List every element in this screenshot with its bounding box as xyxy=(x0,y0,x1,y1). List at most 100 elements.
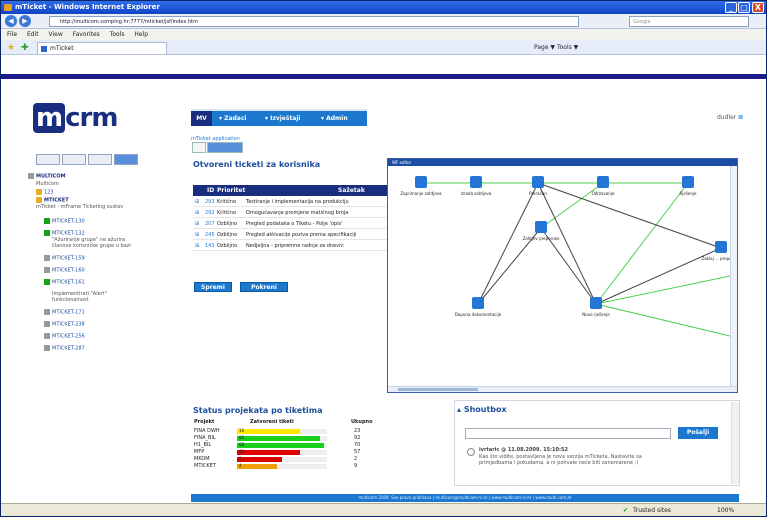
view-tab-3[interactable] xyxy=(88,154,112,165)
menu-view[interactable]: View xyxy=(49,31,63,38)
col-summary[interactable]: Sažetak xyxy=(338,185,365,196)
user-link[interactable]: dudler ⊠ xyxy=(717,114,743,121)
tree-node[interactable]: MTICKET-161 xyxy=(44,279,85,286)
tree-node[interactable]: MTICKET-256 xyxy=(44,333,85,340)
menu-edit[interactable]: Edit xyxy=(27,31,39,38)
nav-admin[interactable]: ▾ Admin xyxy=(321,111,348,126)
view-tab-2[interactable] xyxy=(62,154,86,165)
workflow-node[interactable]: Izrada zahtjeva xyxy=(461,176,492,196)
ticket-id[interactable]: 293 xyxy=(205,197,215,206)
proj-col-total: Ukupno xyxy=(351,419,373,425)
ticket-priority: Ozbiljno xyxy=(217,221,238,227)
tree-node[interactable]: MTICKET-238 xyxy=(44,321,85,328)
maximize-button[interactable]: □ xyxy=(738,2,750,13)
send-button[interactable]: Pošalji xyxy=(678,427,718,439)
menu-tools[interactable]: Tools xyxy=(110,31,125,38)
url-input[interactable]: http://multicom.comping.hr:7777/mticket/… xyxy=(49,16,579,27)
expand-icon[interactable]: ⊞ xyxy=(195,219,199,228)
ticket-id[interactable]: 207 xyxy=(205,219,215,228)
run-button[interactable]: Pokreni xyxy=(240,282,288,292)
table-row[interactable]: ⊞ 245 Ozbiljno Pregled aktivacije poziva pr… xyxy=(193,230,389,240)
workflow-node[interactable]: Dopuna dokumentacije xyxy=(455,297,502,317)
nav-izvjestaji-label: Izvještaji xyxy=(270,115,301,122)
tree-node[interactable]: MTICKET-160 xyxy=(44,267,85,274)
expand-icon[interactable]: ⊞ xyxy=(195,230,199,239)
save-button[interactable]: Spremi xyxy=(194,282,232,292)
workflow-node[interactable]: Zaklaj ... preporuka xyxy=(702,241,730,261)
col-priority[interactable]: Prioritet xyxy=(217,185,245,196)
content-tab-2[interactable] xyxy=(207,142,243,153)
nav-mv[interactable]: MV xyxy=(191,111,212,126)
ticket-priority: Ozbiljno xyxy=(217,232,238,238)
menu-help[interactable]: Help xyxy=(134,31,148,38)
ie-toolbar[interactable]: Page ▼ Tools ▼ xyxy=(534,42,578,53)
back-button[interactable]: ◀ xyxy=(5,15,17,27)
tree-node[interactable]: MTICKET-132 xyxy=(44,230,85,237)
total-count: 2 xyxy=(354,456,358,462)
zoom-level[interactable]: 100% xyxy=(717,504,734,516)
workflow-node[interactable]: Proračun xyxy=(529,176,547,196)
table-row[interactable]: ⊞ 293 Kritično Testiranje i implementacija … xyxy=(193,197,389,207)
tree-node[interactable]: mTicket - mFrame Ticketing sustav xyxy=(36,204,123,210)
shout-input[interactable] xyxy=(465,428,671,439)
favorites-star-icon[interactable]: ★ xyxy=(7,43,15,53)
expand-icon[interactable]: ⊞ xyxy=(195,208,199,217)
minimize-button[interactable]: _ xyxy=(725,2,737,13)
shout-message-2: primjedbama i pokudama, a ni pohvale neć… xyxy=(479,460,639,466)
ticket-id[interactable]: 245 xyxy=(205,230,215,239)
browser-tab[interactable]: mTicket xyxy=(37,42,167,54)
workflow-node-label: Proračun xyxy=(529,191,547,196)
tree-node[interactable]: 123 xyxy=(36,189,54,196)
tree-node[interactable]: MTICKET-130 xyxy=(44,218,85,225)
workflow-edge xyxy=(595,275,730,305)
table-row[interactable]: ⊞ 292 Kritično Omogućavanje promjene matičn… xyxy=(193,208,389,218)
table-row[interactable]: ⊞ 143 Ozbiljno Nedjeljna - pripremne radnje… xyxy=(193,241,389,251)
tree-node-label: funkcionalnost xyxy=(52,297,89,303)
nav-zadaci-label: Zadaci xyxy=(224,115,247,122)
ie-icon xyxy=(4,4,12,11)
workflow-hscroll[interactable] xyxy=(388,386,737,392)
main-nav: MV ▾ Zadaci ▾ Izvještaji ▾ Admin xyxy=(191,109,367,126)
tree-node[interactable]: članove korisničke grupe u bazi xyxy=(52,243,131,249)
tree-node[interactable]: funkcionalnost xyxy=(52,297,89,303)
col-id[interactable]: ID xyxy=(207,185,214,196)
tree-node[interactable]: MTICKET xyxy=(36,197,69,204)
ticket-id[interactable]: 292 xyxy=(205,208,215,217)
expand-icon[interactable]: ⊞ xyxy=(195,241,199,250)
tree-node[interactable]: MULTICOM xyxy=(28,173,66,180)
content-tab-1[interactable] xyxy=(192,142,206,153)
shoutbox-scrollbar[interactable] xyxy=(731,402,739,484)
project-name: MKOM xyxy=(194,456,210,462)
tree-node[interactable]: Multicom xyxy=(36,181,59,187)
tree-node[interactable]: MTICKET-287 xyxy=(44,345,85,352)
close-button[interactable]: X xyxy=(752,2,764,13)
menu-file[interactable]: File xyxy=(7,31,17,38)
workflow-hscroll-thumb[interactable] xyxy=(398,388,478,391)
tree-node-label: mTicket - mFrame Ticketing sustav xyxy=(36,204,124,210)
shout-author: ivrtaric @ 11.08.2009. 15:10:52 xyxy=(479,447,568,453)
tree-node-label: MTICKET xyxy=(44,197,69,204)
workflow-node[interactable]: Rješenje xyxy=(679,176,697,196)
workflow-node[interactable]: Održavanje xyxy=(592,176,615,196)
view-tab-4[interactable] xyxy=(114,154,138,165)
ticket-summary: Pregled podataka o Tiketu - Polje 'opis' xyxy=(246,221,343,227)
ticket-id[interactable]: 143 xyxy=(205,241,215,250)
nav-zadaci[interactable]: ▾ Zadaci xyxy=(219,111,246,126)
workflow-node[interactable]: Zahtjev preporuke xyxy=(523,221,560,241)
nav-izvjestaji[interactable]: ▾ Izvještaji xyxy=(265,111,300,126)
status-closed-icon xyxy=(44,321,50,327)
workflow-vscroll[interactable] xyxy=(730,166,737,386)
forward-button[interactable]: ▶ xyxy=(19,15,31,27)
table-row[interactable]: ⊞ 207 Ozbiljno Pregled podataka o Tiketu - … xyxy=(193,219,389,229)
workflow-node[interactable]: Zaprimanje zahtjeva xyxy=(400,176,442,196)
tree-node[interactable]: MTICKET-171 xyxy=(44,309,85,316)
left-view-tabs xyxy=(36,154,141,166)
search-input[interactable]: Google xyxy=(629,16,749,27)
menu-favorites[interactable]: Favorites xyxy=(73,31,100,38)
add-favorite-icon[interactable]: ✚ xyxy=(21,43,29,53)
total-count: 23 xyxy=(354,428,361,434)
tree-node[interactable]: MTICKET-159 xyxy=(44,255,85,262)
view-tab-1[interactable] xyxy=(36,154,60,165)
closed-count: 4 xyxy=(239,463,242,468)
expand-icon[interactable]: ⊞ xyxy=(195,197,199,206)
